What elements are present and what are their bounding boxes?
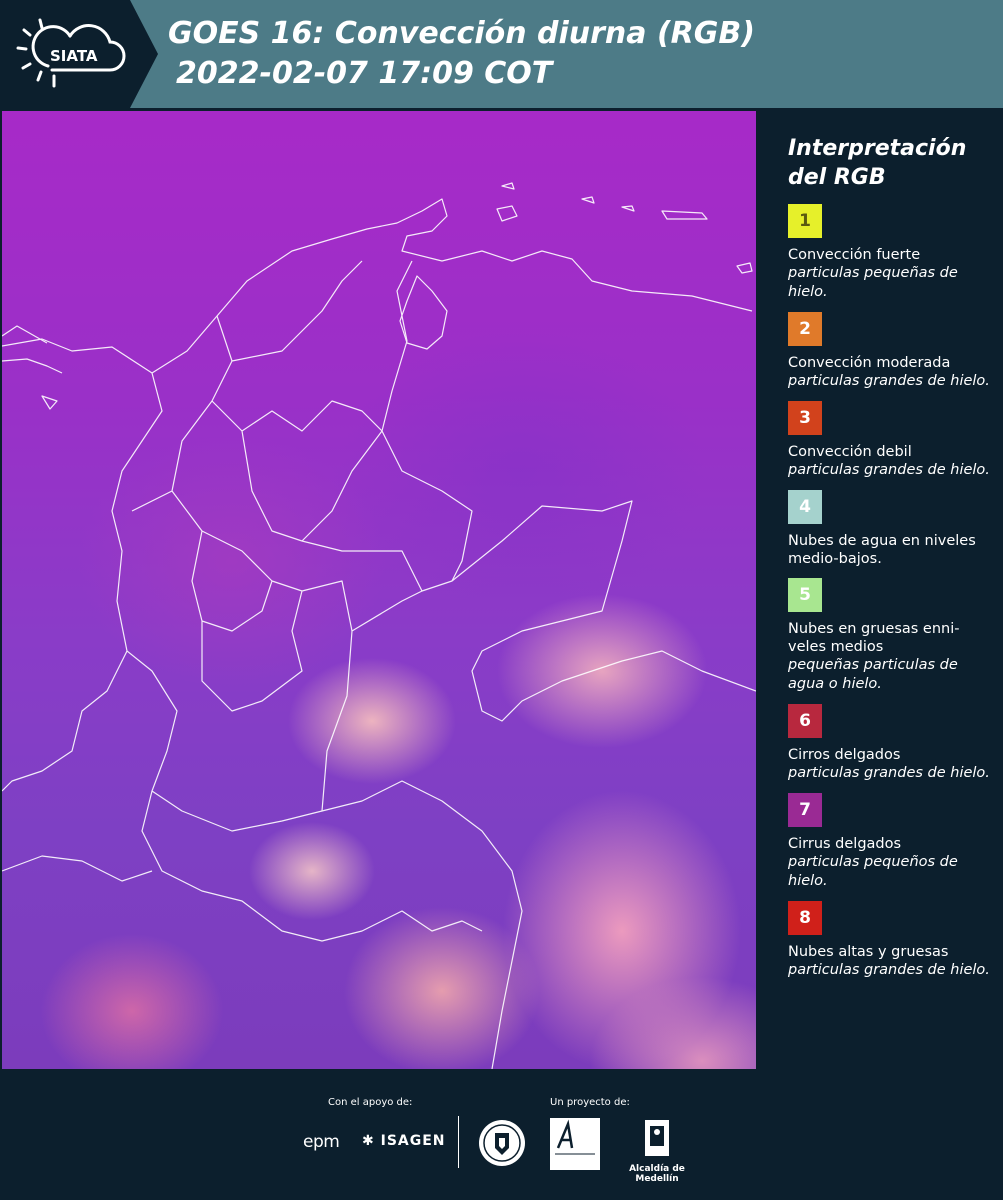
- footer: Con el apoyo de: Un proyecto de: epm ✱ I…: [0, 1070, 1003, 1200]
- legend-item: 8 Nubes altas y gruesas particulas grandes…: [788, 901, 993, 980]
- legend-item-description: particulas grandes de hielo.: [788, 765, 990, 781]
- project-label: Un proyecto de:: [550, 1097, 630, 1108]
- university-seal-icon: [479, 1120, 525, 1166]
- legend-item: 4 Nubes de agua en niveles medio-bajos.: [788, 490, 993, 568]
- title-line-2: 2022-02-07 17:09 COT: [176, 56, 553, 91]
- header-chevron: [130, 0, 158, 108]
- legend-item-label: Nubes en gruesas enni-veles medios: [788, 621, 960, 655]
- isagen-text: ISAGEN: [380, 1133, 446, 1149]
- footer-divider: [458, 1116, 459, 1168]
- legend-item-description: pequeñas particulas de agua o hielo.: [788, 657, 958, 692]
- caribbean-islands: [496, 182, 753, 274]
- legend-item: 1 Convección fuerte particulas pequeñas de…: [788, 204, 993, 302]
- legend-item: 2 Convección moderada particulas grandes d…: [788, 312, 993, 391]
- legend-title: Interpretación del RGB: [788, 136, 967, 190]
- legend-item-label: Convección fuerte: [788, 247, 921, 263]
- area-logo-icon: [550, 1118, 600, 1170]
- alcaldia-shield-icon: [645, 1120, 669, 1156]
- legend-swatch: 8: [788, 901, 822, 935]
- isagen-logo: ✱ ISAGEN: [362, 1133, 446, 1149]
- venezuela-border: [451, 500, 756, 722]
- legend-item-description: particulas grandes de hielo.: [788, 462, 990, 478]
- logo-block: SIATA: [0, 0, 130, 108]
- legend-swatch: 5: [788, 578, 822, 612]
- lake-maracaibo: [399, 275, 448, 350]
- legend-item-description: particulas grandes de hielo.: [788, 962, 990, 978]
- legend-item-label: Nubes altas y gruesas: [788, 944, 949, 960]
- support-label: Con el apoyo de:: [328, 1097, 413, 1108]
- legend-swatch: 4: [788, 490, 822, 524]
- legend-swatch: 7: [788, 793, 822, 827]
- legend-item-label: Cirrus delgados: [788, 836, 902, 852]
- rgb-legend: Interpretación del RGB 1 Convección fuert…: [788, 134, 993, 990]
- legend-item-description: particulas pequeñas de hielo.: [788, 265, 958, 300]
- legend-item-label: Convección debil: [788, 444, 912, 460]
- panama-coast: [2, 325, 63, 410]
- legend-item: 6 Cirros delgados particulas grandes de hi…: [788, 704, 993, 783]
- caribbean-coastline: [2, 198, 753, 374]
- title-line-1: GOES 16: Convección diurna (RGB): [168, 16, 755, 51]
- border-lines: [2, 182, 756, 1069]
- colombia-border: [2, 260, 473, 832]
- legend-item-label: Nubes de agua en niveles medio-bajos.: [788, 533, 976, 567]
- legend-swatch: 1: [788, 204, 822, 238]
- legend-item: 5 Nubes en gruesas enni-veles medios peque…: [788, 578, 993, 694]
- logo-text: SIATA: [50, 47, 98, 65]
- department-lines: [131, 260, 423, 712]
- legend-items: 1 Convección fuerte particulas pequeñas de…: [788, 204, 993, 980]
- legend-item-description: particulas pequeños de hielo.: [788, 854, 958, 889]
- epm-logo: epm: [303, 1132, 340, 1152]
- legend-swatch: 3: [788, 401, 822, 435]
- legend-item-label: Convección moderada: [788, 355, 951, 371]
- alcaldia-text: Alcaldía de Medellín: [629, 1164, 685, 1184]
- legend-swatch: 6: [788, 704, 822, 738]
- siata-logo: SIATA: [16, 18, 126, 88]
- legend-item: 3 Convección debil particulas grandes de h…: [788, 401, 993, 480]
- alcaldia-logo: Alcaldía de Medellín: [611, 1118, 703, 1184]
- legend-swatch: 2: [788, 312, 822, 346]
- header-bar: SIATA GOES 16: Convección diurna (RGB) 2…: [0, 0, 1003, 108]
- legend-item: 7 Cirrus delgados particulas pequeños de h…: [788, 793, 993, 891]
- area-metropolitana-logo: [550, 1118, 600, 1174]
- legend-item-description: particulas grandes de hielo.: [788, 373, 990, 389]
- legend-item-label: Cirros delgados: [788, 747, 901, 763]
- southern-border: [2, 790, 483, 942]
- page-title: GOES 16: Convección diurna (RGB) 2022-02…: [168, 14, 755, 94]
- satellite-map: [2, 111, 756, 1069]
